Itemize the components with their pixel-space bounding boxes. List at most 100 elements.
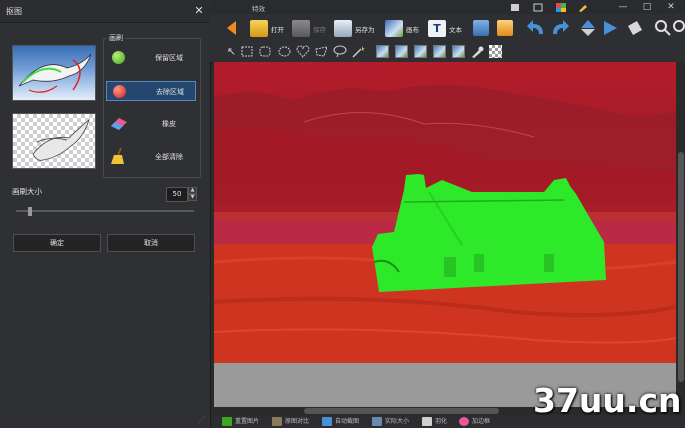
brush-size-slider[interactable] [16,210,194,212]
undo-icon[interactable] [525,18,547,38]
redo-icon[interactable] [549,18,571,38]
auto-crop-icon [322,417,332,426]
cutout-preview [12,113,96,169]
clear-all-label: 全部清除 [155,153,183,161]
brush-group-label: 画刷 [107,33,125,43]
zoom-out-icon[interactable] [673,19,685,37]
rotate-icon[interactable] [625,18,645,38]
brush-tool-icon[interactable] [470,45,484,58]
rounded-rect-select-icon[interactable] [259,46,271,57]
horizontal-scroll-thumb[interactable] [304,408,499,414]
dialog-titlebar [0,0,210,23]
save-button[interactable]: 保存 [292,18,332,40]
app-title: 特效 [252,5,265,13]
brush-size-input[interactable]: 50 [166,187,188,202]
seagull-image [18,53,92,93]
open-label: 打开 [271,26,284,34]
maximize-button[interactable]: □ [638,0,656,14]
remove-area-tool[interactable]: 去除区域 [106,81,196,101]
brush-size-spinner[interactable]: ▲ ▼ [188,187,197,202]
reset-icon [222,417,232,426]
fullscreen-icon[interactable] [533,3,543,12]
watermark: 37uu.cn [533,381,682,420]
text-button[interactable]: T 文本 [428,18,466,40]
magic-wand-icon[interactable] [351,45,365,58]
feather-button[interactable]: 羽化 [422,416,447,427]
canvas-icon [385,20,403,37]
app-close-button[interactable]: ✕ [662,0,680,14]
text-label: 文本 [449,26,462,34]
keep-area-label: 保留区域 [155,54,183,62]
seagull-cutout-image [32,118,90,161]
green-dot-icon [112,51,125,64]
color-icon[interactable] [556,3,566,12]
compare-icon [272,417,282,426]
back-arrow-icon[interactable] [224,19,238,37]
canvas-button[interactable]: 画布 [385,18,425,40]
keep-area-tool[interactable]: 保留区域 [106,48,196,68]
broom-icon [111,147,124,164]
reset-image-button[interactable]: 重置图片 [222,416,259,427]
effect-image-icon-3[interactable] [414,45,427,58]
eraser-icon [111,118,127,130]
spin-down-icon[interactable]: ▼ [188,194,197,201]
red-dot-icon [113,85,126,98]
effect-image-icon-2[interactable] [395,45,408,58]
flip-vertical-icon[interactable] [580,19,596,37]
print-icon[interactable] [473,20,489,36]
add-border-label: 加边框 [472,418,491,425]
photo-with-mask[interactable] [214,62,676,363]
effect-image-icon-1[interactable] [376,45,389,58]
clear-all-tool[interactable]: 全部清除 [106,147,196,167]
original-preview [12,45,96,101]
cancel-button[interactable]: 取消 [107,234,195,252]
masked-landscape-image [214,84,676,363]
auto-crop-button[interactable]: 自动截图 [322,416,359,427]
pencil-icon[interactable] [578,3,588,12]
actual-size-label: 实际大小 [385,418,410,425]
add-border-button[interactable]: 加边框 [459,416,490,427]
reset-label: 重置图片 [235,418,260,425]
email-icon[interactable] [497,20,513,36]
border-icon [459,417,469,426]
save-as-button[interactable]: 另存为 [334,18,380,40]
spin-up-icon[interactable]: ▲ [188,187,197,194]
dialog-title: 抠图 [6,7,22,16]
actual-size-button[interactable]: 实际大小 [372,416,409,427]
open-button[interactable]: 打开 [250,18,292,40]
ellipse-select-icon[interactable] [278,46,291,57]
actual-size-icon [372,417,382,426]
canvas-area[interactable] [214,62,676,407]
resize-grip-icon[interactable]: ⋰ [198,416,206,424]
effect-image-icon-4[interactable] [433,45,446,58]
auto-crop-label: 自动截图 [335,418,360,425]
flip-horizontal-icon[interactable] [603,19,619,37]
minimize-button[interactable]: — [614,0,632,14]
feather-label: 羽化 [435,418,448,425]
feather-icon [422,417,432,426]
close-button[interactable]: ✕ [192,4,206,18]
save-as-icon [334,20,352,37]
rect-select-icon[interactable] [241,46,253,57]
save-icon [292,20,310,37]
text-icon: T [428,20,446,37]
effect-image-icon-5[interactable] [452,45,465,58]
canvas-label: 画布 [406,26,419,34]
compare-label: 原图对比 [285,418,310,425]
vertical-scroll-thumb[interactable] [678,152,684,382]
compare-original-button[interactable]: 原图对比 [272,416,309,427]
eraser-label: 橡皮 [162,120,176,128]
polygon-select-icon[interactable] [315,46,329,57]
pointer-icon[interactable]: ↖ [224,44,239,59]
skin-icon[interactable] [510,3,520,12]
brush-size-label: 画刷大小 [12,187,42,196]
zoom-in-icon[interactable] [655,19,671,37]
save-as-label: 另存为 [355,26,375,34]
save-label: 保存 [313,26,326,34]
lasso-icon[interactable] [333,45,347,58]
slider-thumb[interactable] [28,207,32,216]
eraser-tool[interactable]: 橡皮 [106,114,196,134]
transparency-icon[interactable] [489,45,502,58]
heart-select-icon[interactable] [296,45,310,58]
ok-button[interactable]: 确定 [13,234,101,252]
